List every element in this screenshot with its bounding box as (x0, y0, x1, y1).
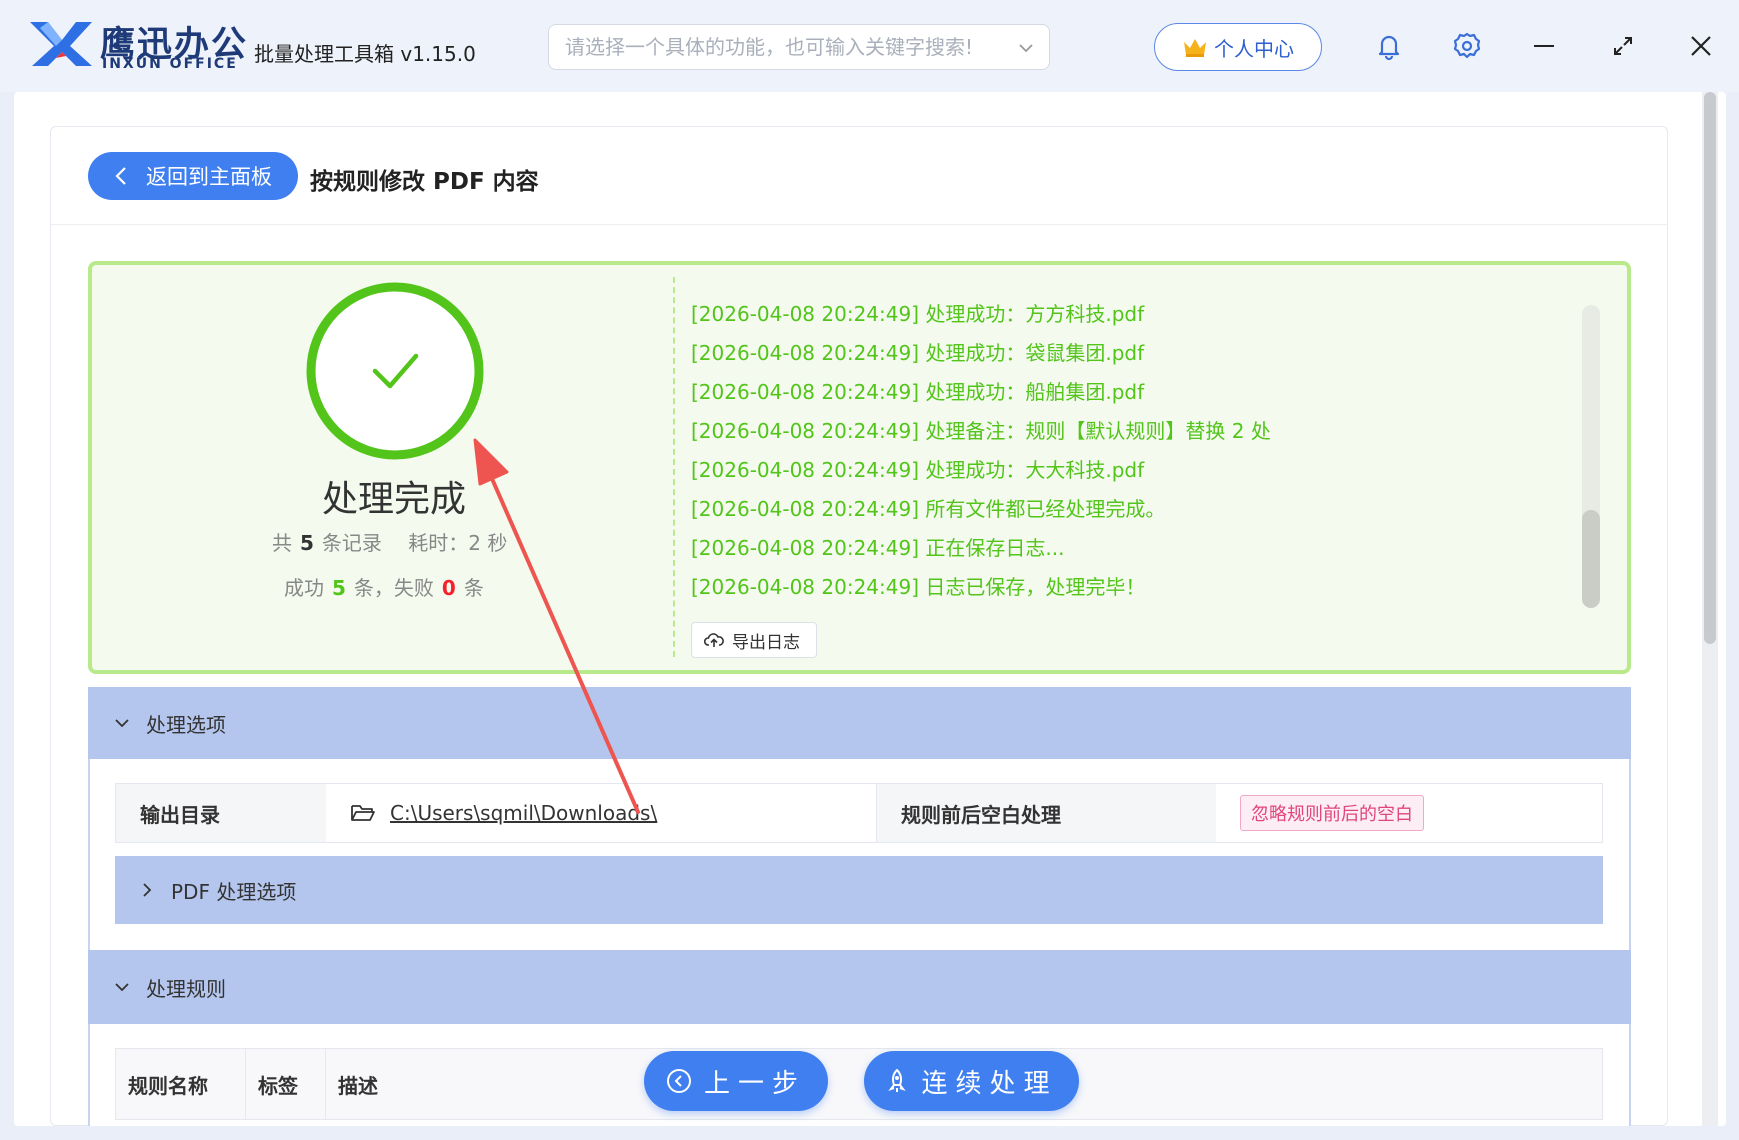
crown-icon (1184, 39, 1206, 57)
user-center-button[interactable]: 个人中心 (1154, 23, 1322, 71)
whitespace-cell: 忽略规则前后的空白 (1216, 784, 1602, 842)
bell-icon[interactable] (1373, 30, 1405, 62)
back-button-label: 返回到主面板 (146, 165, 272, 189)
page-title: 按规则修改 PDF 内容 (310, 169, 539, 195)
log-scrollbar-thumb[interactable] (1582, 510, 1600, 608)
window-scrollbar-thumb[interactable] (1704, 92, 1716, 644)
output-dir-cell: C:\Users\sqmil\Downloads\ (326, 784, 876, 842)
rules-table-header: 规则名称 标签 描述 (115, 1048, 1603, 1120)
log-line: [2026-04-08 20:24:49] 处理成功：船舶集团.pdf (691, 380, 1145, 404)
pdf-options-header[interactable]: PDF 处理选项 (115, 856, 1603, 924)
options-table: 输出目录 C:\Users\sqmil\Downloads\ 规则前后空白处理 … (115, 783, 1603, 843)
column-header: 标签 (246, 1049, 326, 1119)
minimize-icon[interactable] (1528, 30, 1560, 62)
whitespace-label: 规则前后空白处理 (876, 784, 1216, 842)
log-line: [2026-04-08 20:24:49] 所有文件都已经处理完成。 (691, 497, 1166, 521)
function-search[interactable] (548, 24, 1050, 70)
continue-processing-button[interactable]: 连续处理 (864, 1051, 1079, 1111)
rules-section-title: 处理规则 (146, 976, 226, 1001)
log-line: [2026-04-08 20:24:49] 处理备注：规则【默认规则】替换 2 … (691, 419, 1271, 443)
search-input[interactable] (565, 33, 1005, 61)
chevron-right-icon (143, 883, 152, 897)
gear-icon[interactable] (1451, 30, 1483, 62)
success-check-icon (306, 282, 484, 460)
output-dir-label: 输出目录 (116, 784, 326, 842)
elapsed-label: 耗时： (408, 531, 469, 555)
total-count: 5 (300, 531, 314, 555)
cloud-upload-icon (704, 633, 724, 647)
header-divider (50, 224, 1668, 225)
previous-step-label: 上一步 (703, 1068, 806, 1099)
folder-icon (351, 805, 375, 821)
brand-name-en: INXUN OFFICE (102, 56, 238, 72)
status-title: 处理完成 (321, 479, 466, 520)
continue-processing-label: 连续处理 (921, 1068, 1058, 1099)
circle-arrow-left-icon (666, 1069, 691, 1093)
chevron-left-icon (115, 167, 126, 185)
chevron-down-icon[interactable] (1017, 39, 1035, 57)
chevron-down-icon (115, 983, 129, 992)
fail-suffix: 条 (463, 576, 484, 600)
chevron-down-icon (115, 719, 129, 728)
log-line: [2026-04-08 20:24:49] 处理成功：方方科技.pdf (691, 302, 1145, 326)
log-line: [2026-04-08 20:24:49] 正在保存日志... (691, 536, 1065, 560)
fail-count: 0 (441, 576, 456, 600)
success-count: 5 (332, 576, 346, 600)
log-line: [2026-04-08 20:24:49] 处理成功：袋鼠集团.pdf (691, 341, 1145, 365)
rules-section-header[interactable]: 处理规则 (88, 950, 1631, 1024)
success-prefix: 成功 (284, 576, 324, 600)
options-section-header[interactable]: 处理选项 (88, 687, 1631, 759)
log-line: [2026-04-08 20:24:49] 处理成功：大大科技.pdf (691, 458, 1145, 482)
rocket-icon (888, 1069, 907, 1092)
title-bar: 鹰迅办公 INXUN OFFICE 批量处理工具箱 v1.15.0 个人中心 (0, 0, 1739, 92)
log-line: [2026-04-08 20:24:49] 日志已保存，处理完毕！ (691, 575, 1146, 599)
export-log-button[interactable]: 导出日志 (691, 622, 817, 658)
app-title: 批量处理工具箱 v1.15.0 (254, 42, 476, 66)
success-fail-stats: 成功 5 条，失败 0 条 (284, 572, 484, 601)
output-dir-link[interactable]: C:\Users\sqmil\Downloads\ (390, 801, 657, 825)
total-prefix: 共 (272, 531, 292, 555)
previous-step-button[interactable]: 上一步 (644, 1051, 828, 1111)
options-section-title: 处理选项 (146, 712, 226, 737)
log-divider (673, 277, 675, 657)
user-center-label: 个人中心 (1214, 36, 1294, 61)
maximize-icon[interactable] (1607, 30, 1639, 62)
close-icon[interactable] (1685, 30, 1717, 62)
pdf-options-title: PDF 处理选项 (171, 879, 297, 904)
log-list: [2026-04-08 20:24:49] 处理成功：方方科技.pdf [202… (691, 298, 1571, 610)
total-suffix: 条记录 (321, 531, 382, 555)
whitespace-tag[interactable]: 忽略规则前后的空白 (1240, 795, 1424, 831)
elapsed-value: 2 秒 (468, 531, 508, 555)
export-log-label: 导出日志 (732, 632, 800, 653)
back-to-dashboard-button[interactable]: 返回到主面板 (88, 152, 298, 200)
column-header: 规则名称 (116, 1049, 246, 1119)
total-stats: 共 5 条记录 耗时：2 秒 (272, 527, 507, 556)
logo-icon (30, 22, 92, 66)
success-suffix: 条，失败 (353, 576, 434, 600)
